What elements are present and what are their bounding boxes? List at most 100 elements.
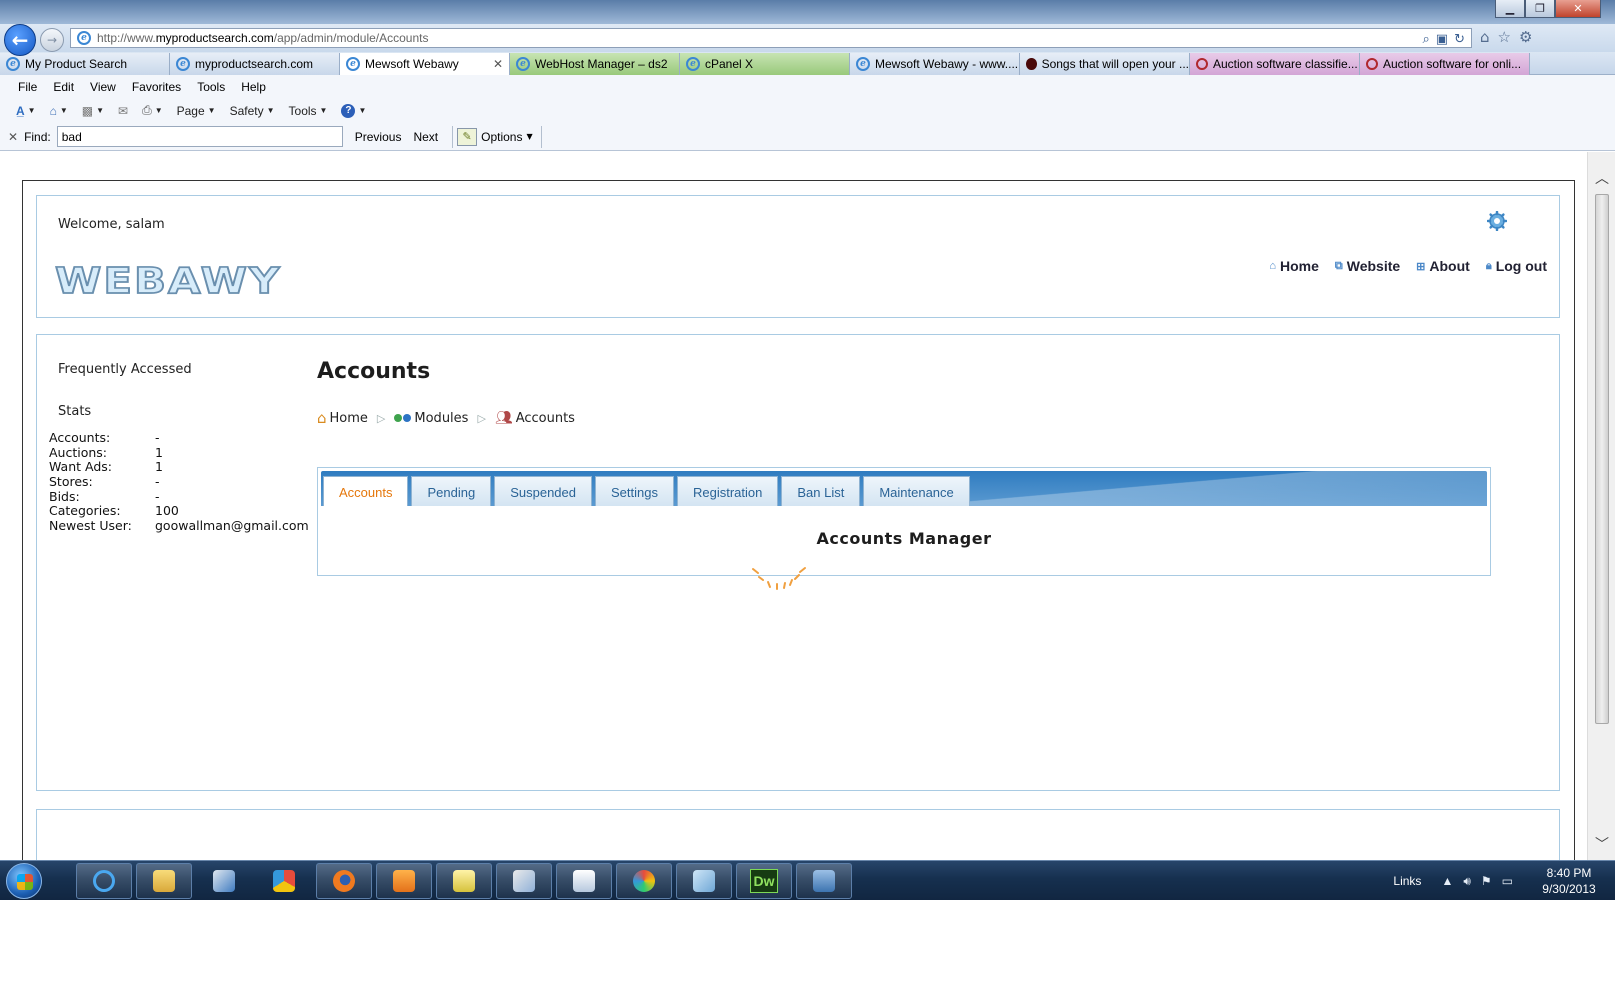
find-next-button[interactable]: Next	[413, 130, 438, 144]
close-window-button[interactable]: ✕	[1555, 0, 1601, 18]
tab-label: myproductsearch.com	[195, 57, 314, 71]
links-toolbar[interactable]: Links	[1393, 874, 1421, 888]
stat-key: Accounts:	[49, 430, 111, 445]
home-button[interactable]: ⌂ ▼	[50, 104, 68, 118]
menu-view[interactable]: View	[90, 80, 116, 94]
close-tab-icon[interactable]: ✕	[493, 57, 503, 71]
favorites-star-icon[interactable]: ☆	[1498, 28, 1511, 46]
browser-tab[interactable]: e My Product Search	[0, 53, 170, 75]
browser-tab[interactable]: e myproductsearch.com	[170, 53, 340, 75]
settings-gear-icon[interactable]: ⚙	[1519, 28, 1532, 46]
menu-file[interactable]: File	[18, 80, 37, 94]
tab-ban-list[interactable]: Ban List	[781, 476, 861, 506]
taskbar-app[interactable]	[496, 863, 552, 899]
stat-row: Auctions: 1	[49, 445, 309, 461]
browser-tab[interactable]: Auction software classifie...	[1190, 53, 1360, 75]
taskbar-folder[interactable]	[436, 863, 492, 899]
translate-button[interactable]: A̲ ▼	[16, 104, 36, 118]
scroll-down-icon[interactable]: ﹀	[1594, 836, 1610, 853]
find-input[interactable]	[56, 126, 343, 147]
nav-home[interactable]: ⌂ Home	[1269, 258, 1319, 274]
home-icon: ⌂	[1269, 260, 1276, 272]
restore-button[interactable]: ❐	[1525, 0, 1555, 18]
show-hidden-icons[interactable]: ▲	[1441, 874, 1453, 888]
webawy-logo[interactable]: WEBAWY	[54, 259, 281, 302]
browser-tab[interactable]: e WebHost Manager – ds2	[510, 53, 680, 75]
external-link-icon: ⧉	[1334, 259, 1343, 272]
mail-button[interactable]: ✉	[118, 104, 128, 118]
minimize-button[interactable]: ▁	[1495, 0, 1525, 18]
home-icon[interactable]: ⌂	[1480, 28, 1490, 46]
tab-accounts[interactable]: Accounts	[323, 476, 409, 506]
stat-row: Categories: 100	[49, 504, 309, 519]
taskbar-ie[interactable]	[76, 863, 132, 899]
taskbar-app[interactable]	[256, 863, 312, 899]
scroll-up-icon[interactable]: ︿	[1594, 170, 1610, 187]
taskbar-app[interactable]	[796, 863, 852, 899]
breadcrumb-modules[interactable]: Modules	[394, 411, 468, 426]
breadcrumb: ⌂ Home ▷ Modules ▷ 👥︎ Accounts	[317, 409, 575, 427]
tab-suspended[interactable]: Suspended	[494, 476, 592, 506]
gear-icon[interactable]	[1487, 211, 1507, 231]
rss-icon: ▩	[81, 103, 94, 118]
tab-settings[interactable]: Settings	[594, 476, 674, 506]
close-find-icon[interactable]: ✕	[8, 130, 18, 144]
taskbar-firefox[interactable]	[316, 863, 372, 899]
vertical-scrollbar[interactable]: ︿ ﹀	[1587, 152, 1615, 860]
taskbar-notepad[interactable]	[556, 863, 612, 899]
print-button[interactable]: ⎙ ▼	[142, 103, 163, 118]
lock-icon: 🔒︎	[1485, 259, 1492, 272]
taskbar-dreamweaver[interactable]: Dw	[736, 863, 792, 899]
page-menu-button[interactable]: Page ▼	[177, 104, 216, 118]
compat-view-icon[interactable]: ▣	[1436, 32, 1448, 47]
browser-tab[interactable]: Auction software for onli...	[1360, 53, 1530, 75]
feeds-button[interactable]: ▩ ▼	[82, 104, 104, 118]
start-button[interactable]	[6, 863, 42, 899]
breadcrumb-arrow-icon: ▷	[477, 411, 486, 425]
taskbar-explorer[interactable]	[136, 863, 192, 899]
highlight-pencil-icon[interactable]: ✎	[457, 127, 478, 146]
system-clock[interactable]: 8:40 PM 9/30/2013	[1523, 865, 1615, 897]
menu-edit[interactable]: Edit	[53, 80, 74, 94]
volume-icon[interactable]: 🔊︎	[1463, 874, 1471, 889]
breadcrumb-accounts[interactable]: 👥︎ Accounts	[495, 410, 575, 426]
tab-maintenance[interactable]: Maintenance	[863, 476, 970, 506]
tab-registration[interactable]: Registration	[676, 476, 779, 506]
nav-website[interactable]: ⧉ Website	[1335, 258, 1400, 274]
page-title: Accounts	[317, 359, 431, 384]
scroll-thumb[interactable]	[1595, 194, 1609, 724]
breadcrumb-home[interactable]: ⌂ Home	[317, 409, 368, 427]
browser-tab-active[interactable]: e Mewsoft Webawy ✕	[340, 53, 510, 75]
address-bar[interactable]: e http://www.myproductsearch.com/app/adm…	[70, 28, 1472, 48]
browser-tab[interactable]: e Mewsoft Webawy - www....	[850, 53, 1020, 75]
forward-button[interactable]: →	[40, 28, 64, 52]
taskbar-media[interactable]	[376, 863, 432, 899]
browser-tab[interactable]: Songs that will open your ...	[1020, 53, 1190, 75]
menu-help[interactable]: Help	[241, 80, 266, 94]
back-button[interactable]: ←	[4, 24, 36, 56]
menu-favorites[interactable]: Favorites	[132, 80, 181, 94]
caret-icon: ▼	[59, 106, 68, 115]
find-previous-button[interactable]: Previous	[355, 130, 402, 144]
caret-icon: ▼	[96, 106, 105, 115]
stat-key: Want Ads:	[49, 459, 113, 475]
nav-about[interactable]: ⊞ About	[1416, 258, 1470, 274]
menu-tools[interactable]: Tools	[197, 80, 225, 94]
nav-logout[interactable]: 🔒︎ Log out	[1486, 258, 1547, 274]
find-options-button[interactable]: ✎ Options ▼	[452, 125, 542, 148]
taskbar-app[interactable]	[196, 863, 252, 899]
notification-icon[interactable]: ⚑	[1481, 874, 1492, 888]
taskbar-paint[interactable]	[616, 863, 672, 899]
safety-menu-button[interactable]: Safety ▼	[230, 104, 275, 118]
search-icon[interactable]: ⌕	[1423, 32, 1430, 47]
taskbar-app[interactable]	[676, 863, 732, 899]
help-button[interactable]: ? ▼	[341, 103, 366, 118]
tab-pending[interactable]: Pending	[411, 476, 492, 506]
tools-menu-button[interactable]: Tools ▼	[289, 104, 328, 118]
refresh-icon[interactable]: ↻	[1454, 32, 1465, 47]
browser-tab[interactable]: e cPanel X	[680, 53, 850, 75]
accounts-tab-panel: Accounts Pending Suspended Settings Regi…	[317, 467, 1491, 576]
network-tray-icon[interactable]: ▭	[1502, 874, 1513, 888]
dreamweaver-icon: Dw	[750, 869, 778, 893]
stat-key: Stores:	[49, 474, 93, 490]
